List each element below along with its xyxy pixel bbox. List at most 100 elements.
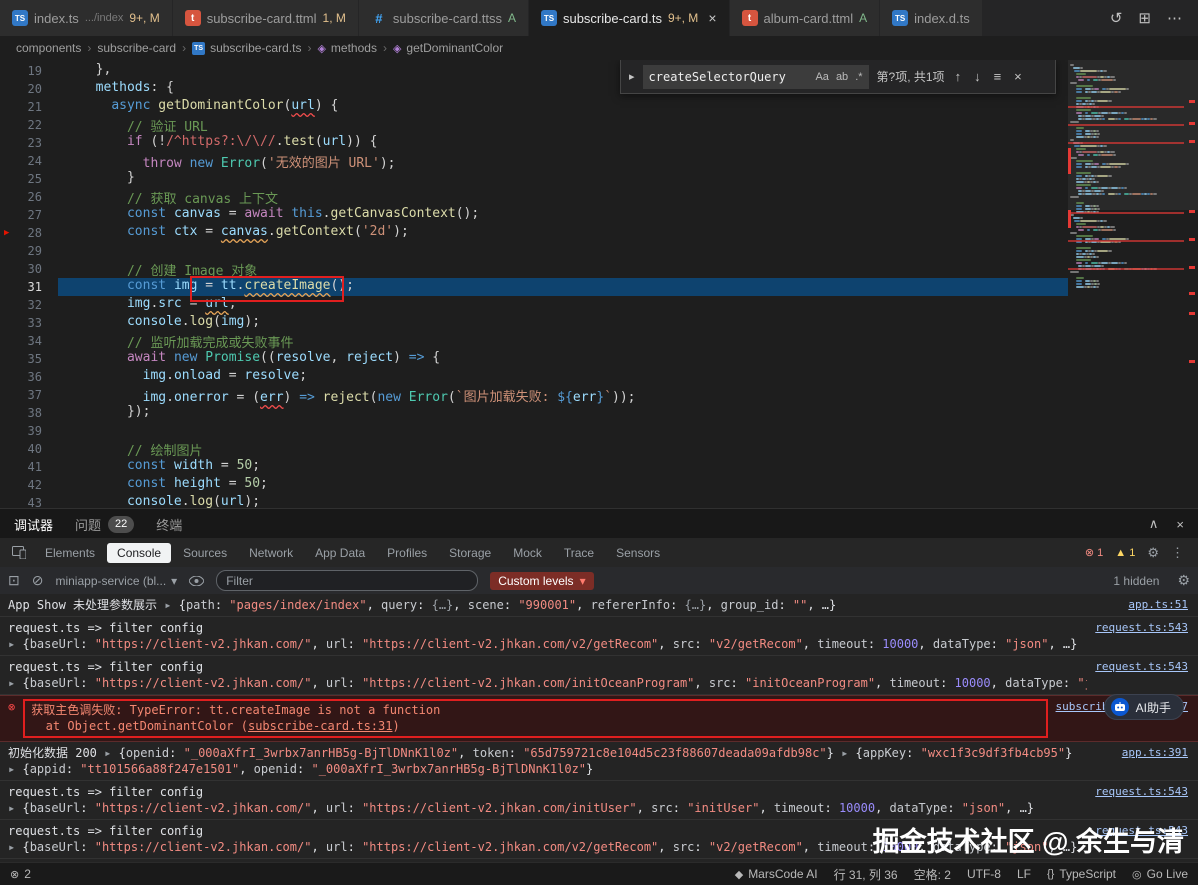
- breadcrumb-item-subscribe-card[interactable]: subscribe-card: [97, 41, 176, 55]
- gutter-line-20[interactable]: 20: [0, 80, 58, 98]
- code-line-42[interactable]: const height = 50;: [58, 476, 1198, 494]
- gutter-line-28[interactable]: 28▶: [0, 224, 58, 242]
- gutter-line-41[interactable]: 41: [0, 458, 58, 476]
- gutter-line-23[interactable]: 23: [0, 134, 58, 152]
- devtools-tab-sources[interactable]: Sources: [173, 543, 237, 563]
- clear-console-icon[interactable]: ⊘: [32, 572, 44, 589]
- find-in-selection-icon[interactable]: ≡: [992, 69, 1004, 84]
- editor-gutter[interactable]: 19202122232425262728▶2930313233343536373…: [0, 60, 58, 508]
- code-line-28[interactable]: const ctx = canvas.getContext('2d');: [58, 224, 1198, 242]
- devtools-tab-console[interactable]: Console: [107, 543, 171, 563]
- close-tab-icon[interactable]: ×: [708, 10, 716, 26]
- status-error-count[interactable]: ⊗2: [10, 867, 31, 881]
- ai-assistant-button[interactable]: AI助手: [1104, 694, 1184, 720]
- inspect-device-icon[interactable]: [4, 546, 34, 559]
- gutter-line-31[interactable]: 31: [0, 278, 58, 296]
- expand-triangle-icon[interactable]: ▸: [8, 840, 22, 854]
- gutter-line-30[interactable]: 30: [0, 260, 58, 278]
- whole-word-icon[interactable]: ab: [836, 71, 848, 83]
- status-eol[interactable]: LF: [1017, 867, 1031, 881]
- overview-ruler[interactable]: [1186, 60, 1198, 508]
- status-cursor-position[interactable]: 行 31, 列 36: [834, 866, 898, 883]
- more-actions-icon[interactable]: ⋯: [1167, 9, 1182, 27]
- console-settings-icon[interactable]: ⚙: [1177, 572, 1190, 589]
- code-line-35[interactable]: await new Promise((resolve, reject) => {: [58, 350, 1198, 368]
- gutter-line-38[interactable]: 38: [0, 404, 58, 422]
- status-encoding[interactable]: UTF-8: [967, 867, 1001, 881]
- gutter-line-19[interactable]: 19: [0, 62, 58, 80]
- code-line-30[interactable]: // 创建 Image 对象: [58, 260, 1198, 278]
- code-line-43[interactable]: console.log(url);: [58, 494, 1198, 508]
- console-error-badge[interactable]: ⊗ 1: [1085, 546, 1103, 559]
- gutter-line-33[interactable]: 33: [0, 314, 58, 332]
- source-link[interactable]: request.ts:543: [1095, 785, 1188, 798]
- status-indentation[interactable]: 空格: 2: [914, 866, 951, 883]
- expand-triangle-icon[interactable]: ▸: [164, 598, 178, 612]
- editor-tab-subscribe-card.ts[interactable]: TSsubscribe-card.ts9+, M×: [529, 0, 730, 36]
- live-expression-eye-icon[interactable]: [189, 576, 204, 586]
- hidden-messages-count[interactable]: 1 hidden: [1113, 574, 1165, 588]
- expand-triangle-icon[interactable]: ▸: [104, 746, 118, 760]
- devtools-tab-elements[interactable]: Elements: [35, 543, 105, 563]
- expand-triangle-icon[interactable]: ▸: [841, 746, 855, 760]
- close-find-icon[interactable]: ×: [1012, 69, 1024, 84]
- editor-code-area[interactable]: }, methods: { async getDominantColor(url…: [58, 60, 1198, 508]
- gutter-line-42[interactable]: 42: [0, 476, 58, 494]
- gutter-line-25[interactable]: 25: [0, 170, 58, 188]
- editor-tab-subscribe-card.ttml[interactable]: tsubscribe-card.ttml1, M: [173, 0, 359, 36]
- devtools-more-icon[interactable]: ⋮: [1171, 545, 1184, 561]
- toggle-replace-icon[interactable]: ▸: [629, 70, 635, 83]
- source-link[interactable]: app.ts:391: [1122, 746, 1188, 759]
- code-line-34[interactable]: // 监听加载完成或失败事件: [58, 332, 1198, 350]
- code-line-21[interactable]: async getDominantColor(url) {: [58, 98, 1198, 116]
- gutter-line-40[interactable]: 40: [0, 440, 58, 458]
- devtools-tab-mock[interactable]: Mock: [503, 543, 552, 563]
- gutter-line-32[interactable]: 32: [0, 296, 58, 314]
- code-line-39[interactable]: [58, 422, 1198, 440]
- status-language-mode[interactable]: {}TypeScript: [1047, 867, 1116, 881]
- code-line-41[interactable]: const width = 50;: [58, 458, 1198, 476]
- code-line-40[interactable]: // 绘制图片: [58, 440, 1198, 458]
- next-match-icon[interactable]: ↓: [972, 69, 983, 84]
- devtools-settings-icon[interactable]: ⚙: [1147, 545, 1159, 561]
- split-editor-icon[interactable]: ⊞: [1138, 9, 1151, 27]
- source-link[interactable]: request.ts:543: [1095, 824, 1188, 837]
- breadcrumb-item-subscribe-card.ts[interactable]: TSsubscribe-card.ts: [192, 41, 301, 55]
- code-line-22[interactable]: // 验证 URL: [58, 116, 1198, 134]
- breadcrumb-item-methods[interactable]: ◈methods: [317, 41, 377, 55]
- find-input[interactable]: createSelectorQuery Aaab.*: [643, 65, 869, 89]
- source-link[interactable]: request.ts:543: [1095, 660, 1188, 673]
- log-levels-select[interactable]: Custom levels▾: [490, 572, 593, 590]
- breadcrumb-item-getDominantColor[interactable]: ◈getDominantColor: [393, 41, 503, 55]
- gutter-line-22[interactable]: 22: [0, 116, 58, 134]
- gutter-line-36[interactable]: 36: [0, 368, 58, 386]
- expand-triangle-icon[interactable]: ▸: [8, 762, 22, 776]
- code-line-32[interactable]: img.src = url;: [58, 296, 1198, 314]
- gutter-line-43[interactable]: 43: [0, 494, 58, 508]
- code-line-25[interactable]: }: [58, 170, 1198, 188]
- history-icon[interactable]: ↺: [1110, 9, 1123, 27]
- source-link[interactable]: app.ts:51: [1128, 598, 1188, 611]
- devtools-tab-profiles[interactable]: Profiles: [377, 543, 437, 563]
- collapse-panel-icon[interactable]: ∧: [1149, 516, 1159, 532]
- status-marscode-ai[interactable]: ◆MarsCode AI: [735, 867, 818, 881]
- panel-tab-调试器[interactable]: 调试器: [14, 509, 53, 539]
- console-sidebar-icon[interactable]: ⊡: [8, 572, 20, 589]
- panel-tab-问题[interactable]: 问题22: [75, 509, 134, 539]
- execution-context-select[interactable]: miniapp-service (bl...▾: [55, 574, 177, 588]
- gutter-line-27[interactable]: 27: [0, 206, 58, 224]
- devtools-tab-trace[interactable]: Trace: [554, 543, 604, 563]
- code-line-29[interactable]: [58, 242, 1198, 260]
- console-warning-badge[interactable]: ▲ 1: [1115, 547, 1135, 559]
- status-go-live[interactable]: ◎Go Live: [1132, 867, 1188, 881]
- gutter-line-29[interactable]: 29: [0, 242, 58, 260]
- code-line-33[interactable]: console.log(img);: [58, 314, 1198, 332]
- source-link[interactable]: request.ts:543: [1095, 621, 1188, 634]
- code-line-31[interactable]: const img = tt.createImage();: [58, 278, 1198, 296]
- editor-tab-album-card.ttml[interactable]: talbum-card.ttmlA: [730, 0, 881, 36]
- code-line-23[interactable]: if (!/^https?:\/\//.test(url)) {: [58, 134, 1198, 152]
- find-query[interactable]: createSelectorQuery: [649, 70, 810, 84]
- editor-tab-index.d.ts[interactable]: TSindex.d.ts: [880, 0, 983, 36]
- expand-triangle-icon[interactable]: ▸: [8, 676, 22, 690]
- minimap[interactable]: [1070, 64, 1186, 289]
